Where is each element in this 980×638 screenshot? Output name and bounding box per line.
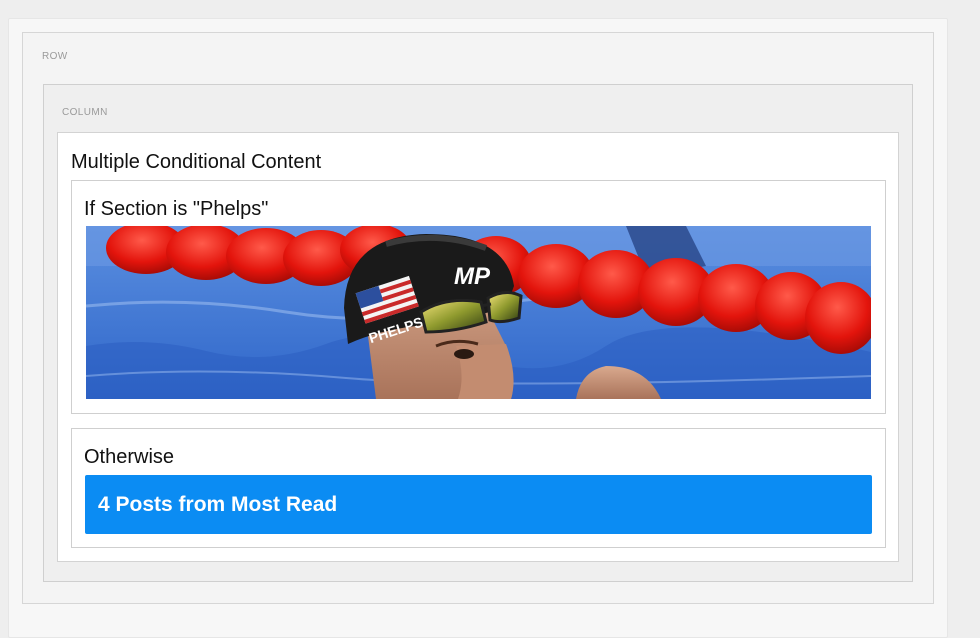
module-title: Multiple Conditional Content	[71, 151, 322, 173]
column-label: COLUMN	[62, 107, 108, 118]
post-list-label: 4 Posts from Most Read	[98, 492, 338, 516]
condition-title: Otherwise	[84, 446, 175, 468]
condition-title: If Section is "Phelps"	[84, 198, 269, 220]
svg-text:MP: MP	[454, 263, 491, 290]
row-label: ROW	[42, 51, 68, 62]
swimmer-photo[interactable]: PHELPS MP	[86, 226, 871, 399]
post-list-block[interactable]: 4 Posts from Most Read	[85, 475, 872, 534]
